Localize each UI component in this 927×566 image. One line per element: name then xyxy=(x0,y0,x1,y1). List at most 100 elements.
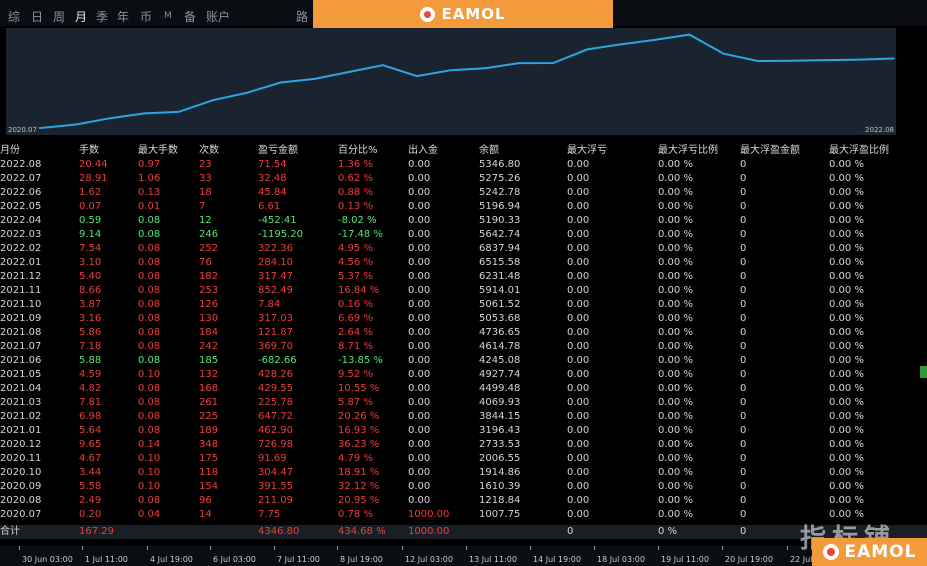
table-row[interactable]: 2022.06 1.62 0.13 18 45.84 0.88 % 0.00 5242.78 0… xyxy=(0,186,927,200)
col-header-lots[interactable]: 手数 xyxy=(79,144,99,158)
cell-max-drawdown: 0.00 xyxy=(567,257,590,268)
cell-trades: 242 xyxy=(199,341,219,352)
table-row[interactable]: 2022.02 7.54 0.08 252 322.36 4.95 % 0.00 6837.9… xyxy=(0,242,927,256)
tab-quarter[interactable]: 季 xyxy=(96,8,108,25)
cell-max-float-profit: 0 xyxy=(740,243,747,254)
cell-pnl: 45.84 xyxy=(258,187,287,198)
cell-max-drawdown: 0.00 xyxy=(567,467,590,478)
equity-point xyxy=(348,71,350,73)
table-row[interactable]: 2021.02 6.98 0.08 225 647.72 20.26 % 0.00 3844.… xyxy=(0,410,927,424)
cell-max-drawdown-pct: 0.00 % xyxy=(658,467,693,478)
tab-day[interactable]: 日 xyxy=(31,8,43,25)
table-row[interactable]: 2021.04 4.82 0.08 168 429.55 10.55 % 0.00 4499.… xyxy=(0,382,927,396)
total-deposit: 1000.00 xyxy=(408,526,450,537)
table-row[interactable]: 2020.09 5.58 0.10 154 391.55 32.12 % 0.00 1610.… xyxy=(0,480,927,494)
col-header-max-float-profit-pct[interactable]: 最大浮盈比例 xyxy=(829,144,889,158)
tab-currency[interactable]: 币 xyxy=(140,8,152,25)
cell-max-drawdown-pct: 0.00 % xyxy=(658,243,693,254)
cell-lots: 4.82 xyxy=(79,383,102,394)
tab-week[interactable]: 周 xyxy=(53,8,65,25)
cell-percent: 0.16 % xyxy=(338,299,373,310)
cell-max-drawdown-pct: 0.00 % xyxy=(658,299,693,310)
col-header-max-drawdown[interactable]: 最大浮亏 xyxy=(567,144,607,158)
table-row[interactable]: 2022.05 0.07 0.01 7 6.61 0.13 % 0.00 5196.94 0.0… xyxy=(0,200,927,214)
cell-month: 2021.09 xyxy=(0,313,42,324)
table-row[interactable]: 2020.08 2.49 0.08 96 211.09 20.95 % 0.00 1218.8… xyxy=(0,494,927,508)
cell-pnl: 284.10 xyxy=(258,257,293,268)
equity-chart: 2020.07 2022.08 xyxy=(6,28,896,135)
cell-max-float-profit-pct: 0.00 % xyxy=(829,397,864,408)
col-header-max-float-profit[interactable]: 最大浮盈金额 xyxy=(740,144,800,158)
col-header-month[interactable]: 月份 xyxy=(0,144,20,158)
table-header-row: 月份 手数 最大手数 次数 盈亏金额 百分比% 出入金 余额 最大浮亏 最大浮亏… xyxy=(0,144,927,158)
cell-pnl: 32.48 xyxy=(258,173,287,184)
tab-summary[interactable]: 综 xyxy=(8,8,20,25)
col-header-max-lots[interactable]: 最大手数 xyxy=(138,144,178,158)
table-row[interactable]: 2021.12 5.40 0.08 182 317.47 5.37 % 0.00 6231.4… xyxy=(0,270,927,284)
cell-max-float-profit-pct: 0.00 % xyxy=(829,341,864,352)
table-row[interactable]: 2021.11 8.66 0.08 253 852.49 16.84 % 0.00 5914.… xyxy=(0,284,927,298)
equity-point xyxy=(620,43,623,46)
table-row[interactable]: 2022.01 3.10 0.08 76 284.10 4.56 % 0.00 6515.58… xyxy=(0,256,927,270)
cell-balance: 3844.15 xyxy=(479,411,521,422)
equity-point xyxy=(722,52,725,55)
table-row[interactable]: 2021.10 3.87 0.08 126 7.84 0.16 % 0.00 5061.52 0… xyxy=(0,298,927,312)
table-row[interactable]: 2021.01 5.64 0.08 189 462.90 16.93 % 0.00 3196.… xyxy=(0,424,927,438)
col-header-max-drawdown-pct[interactable]: 最大浮亏比例 xyxy=(658,144,718,158)
cell-pnl: -452.41 xyxy=(258,215,297,226)
equity-point xyxy=(791,60,793,62)
col-header-percent[interactable]: 百分比% xyxy=(338,144,378,158)
col-header-pnl[interactable]: 盈亏金额 xyxy=(258,144,298,158)
time-tick-label: 19 Jul 11:00 xyxy=(661,555,709,564)
tab-account[interactable]: 账户 xyxy=(206,8,230,25)
cell-max-lots: 0.08 xyxy=(138,383,161,394)
tab-m[interactable]: M xyxy=(164,11,172,21)
equity-point xyxy=(484,67,486,69)
cell-max-lots: 0.08 xyxy=(138,229,161,240)
equity-point xyxy=(382,64,384,66)
table-row[interactable]: 2021.06 5.88 0.08 185 -682.66 -13.85 % 0.00 424… xyxy=(0,354,927,368)
table-row[interactable]: 2020.11 4.67 0.10 175 91.69 4.79 % 0.00 2006.55… xyxy=(0,452,927,466)
table-row[interactable]: 2020.12 9.65 0.14 348 726.98 36.23 % 0.00 2733.… xyxy=(0,438,927,452)
total-label: 合计 xyxy=(0,526,20,537)
cell-percent: 32.12 % xyxy=(338,481,380,492)
table-row[interactable]: 2021.03 7.81 0.08 261 225.78 5.87 % 0.00 4069.9… xyxy=(0,396,927,410)
tab-month[interactable]: 月 xyxy=(75,8,87,25)
cell-trades: 118 xyxy=(199,467,219,478)
equity-chart-svg xyxy=(6,28,896,135)
tab-note[interactable]: 备 xyxy=(184,8,196,25)
cell-deposit: 0.00 xyxy=(408,271,431,282)
cell-max-float-profit: 0 xyxy=(740,467,747,478)
cell-max-lots: 0.08 xyxy=(138,327,161,338)
cell-max-float-profit: 0 xyxy=(740,271,747,282)
col-header-trades[interactable]: 次数 xyxy=(199,144,219,158)
col-header-deposit[interactable]: 出入金 xyxy=(408,144,438,158)
cell-max-lots: 0.08 xyxy=(138,355,161,366)
col-header-balance[interactable]: 余额 xyxy=(479,144,499,158)
table-row[interactable]: 2022.08 20.44 0.97 23 71.54 1.36 % 0.00 5346.80… xyxy=(0,158,927,172)
table-row[interactable]: 2020.10 3.44 0.10 118 304.47 18.91 % 0.00 1914.… xyxy=(0,466,927,480)
tab-year[interactable]: 年 xyxy=(117,8,129,25)
equity-point xyxy=(859,58,861,61)
cell-percent: 16.84 % xyxy=(338,285,380,296)
cell-max-drawdown: 0.00 xyxy=(567,215,590,226)
cell-max-drawdown: 0.00 xyxy=(567,509,590,520)
cell-max-drawdown: 0.00 xyxy=(567,229,590,240)
cell-max-float-profit-pct: 0.00 % xyxy=(829,201,864,212)
table-row[interactable]: 2022.03 9.14 0.08 246 -1195.20 -17.48 % 0.00 56… xyxy=(0,228,927,242)
time-tick-label: 12 Jul 03:00 xyxy=(405,555,453,564)
table-row[interactable]: 2021.07 7.18 0.08 242 369.70 8.71 % 0.00 4614.7… xyxy=(0,340,927,354)
cell-lots: 3.16 xyxy=(79,313,102,324)
time-axis-bar: 30 Jun 03:00 1 Jul 11:00 4 Jul 19:00 6 Jul … xyxy=(0,546,927,566)
table-row[interactable]: 2022.07 28.91 1.06 33 32.48 0.62 % 0.00 5275.26… xyxy=(0,172,927,186)
cell-percent: 0.13 % xyxy=(338,201,373,212)
table-row[interactable]: 2020.07 0.20 0.04 14 7.75 0.78 % 1000.00 1007.7… xyxy=(0,508,927,522)
cell-max-drawdown-pct: 0.00 % xyxy=(658,257,693,268)
cell-lots: 9.65 xyxy=(79,439,102,450)
table-row[interactable]: 2022.04 0.59 0.08 12 -452.41 -8.02 % 0.00 5190.… xyxy=(0,214,927,228)
table-row[interactable]: 2021.08 5.86 0.08 184 121.87 2.64 % 0.00 4736.6… xyxy=(0,326,927,340)
total-max-float-profit: 0 xyxy=(740,526,747,537)
table-row[interactable]: 2021.09 3.16 0.08 130 317.03 6.69 % 0.00 5053.6… xyxy=(0,312,927,326)
tab-path-fragment[interactable]: 路 xyxy=(296,8,308,25)
table-row[interactable]: 2021.05 4.59 0.10 132 428.26 9.52 % 0.00 4927.7… xyxy=(0,368,927,382)
